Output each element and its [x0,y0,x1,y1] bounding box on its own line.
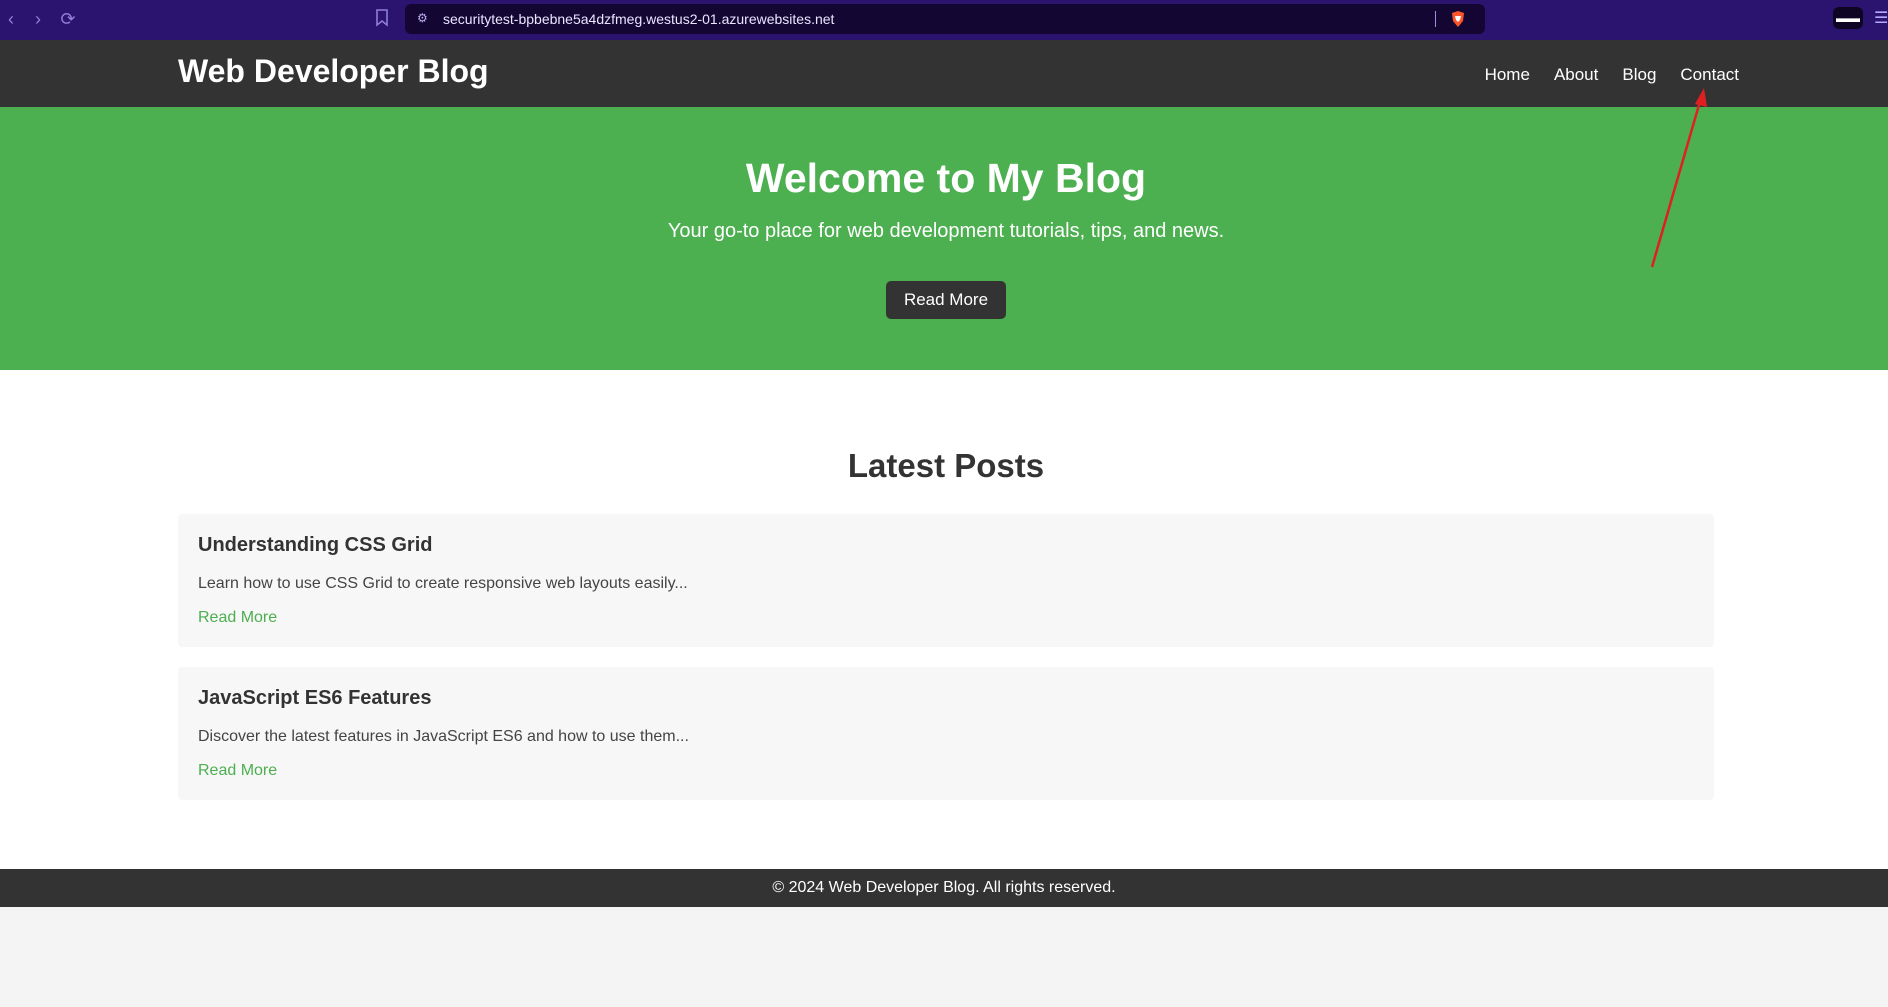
main-content: Latest Posts Understanding CSS Grid Lear… [0,370,1888,869]
nav-home[interactable]: Home [1485,65,1530,85]
forward-icon[interactable]: › [27,8,49,30]
main-nav: Home About Blog Contact [1485,65,1739,85]
site-header: Web Developer Blog Home About Blog Conta… [0,40,1888,107]
reload-icon[interactable]: ⟳ [57,8,79,30]
site-footer: © 2024 Web Developer Blog. All rights re… [0,869,1888,907]
post-title: Understanding CSS Grid [198,534,433,556]
address-bar[interactable]: ⚙ securitytest-bpbebne5a4dzfmeg.westus2-… [405,4,1485,34]
site-title[interactable]: Web Developer Blog [178,53,489,90]
post-title: JavaScript ES6 Features [198,687,432,709]
reader-mode-icon[interactable]: ▬▬ [1833,7,1863,29]
hero-subtitle: Your go-to place for web development tut… [667,220,1225,242]
post-card: JavaScript ES6 Features Discover the lat… [178,667,1714,800]
post-read-more-link[interactable]: Read More [198,609,277,627]
site-settings-icon[interactable]: ⚙ [417,11,431,25]
footer-text: © 2024 Web Developer Blog. All rights re… [772,879,1116,896]
url-text[interactable]: securitytest-bpbebne5a4dzfmeg.westus2-01… [443,11,834,27]
nav-blog[interactable]: Blog [1622,65,1656,85]
post-excerpt: Discover the latest features in JavaScri… [198,728,689,745]
menu-icon[interactable]: ☰ [1874,8,1888,28]
nav-contact[interactable]: Contact [1680,65,1739,85]
post-card: Understanding CSS Grid Learn how to use … [178,514,1714,647]
latest-posts-title: Latest Posts [847,447,1045,484]
hero-section: Welcome to My Blog Your go-to place for … [0,107,1888,370]
browser-toolbar: ‹ › ⟳ ⚙ securitytest-bpbebne5a4dzfmeg.we… [0,0,1888,40]
hero-read-more-button[interactable]: Read More [886,281,1006,319]
hero-title: Welcome to My Blog [745,155,1147,201]
back-icon[interactable]: ‹ [0,8,22,30]
post-read-more-link[interactable]: Read More [198,762,277,780]
nav-about[interactable]: About [1554,65,1598,85]
brave-shield-icon[interactable] [1450,10,1466,28]
bookmark-icon[interactable] [375,9,389,27]
post-excerpt: Learn how to use CSS Grid to create resp… [198,575,688,592]
url-divider [1435,11,1436,27]
